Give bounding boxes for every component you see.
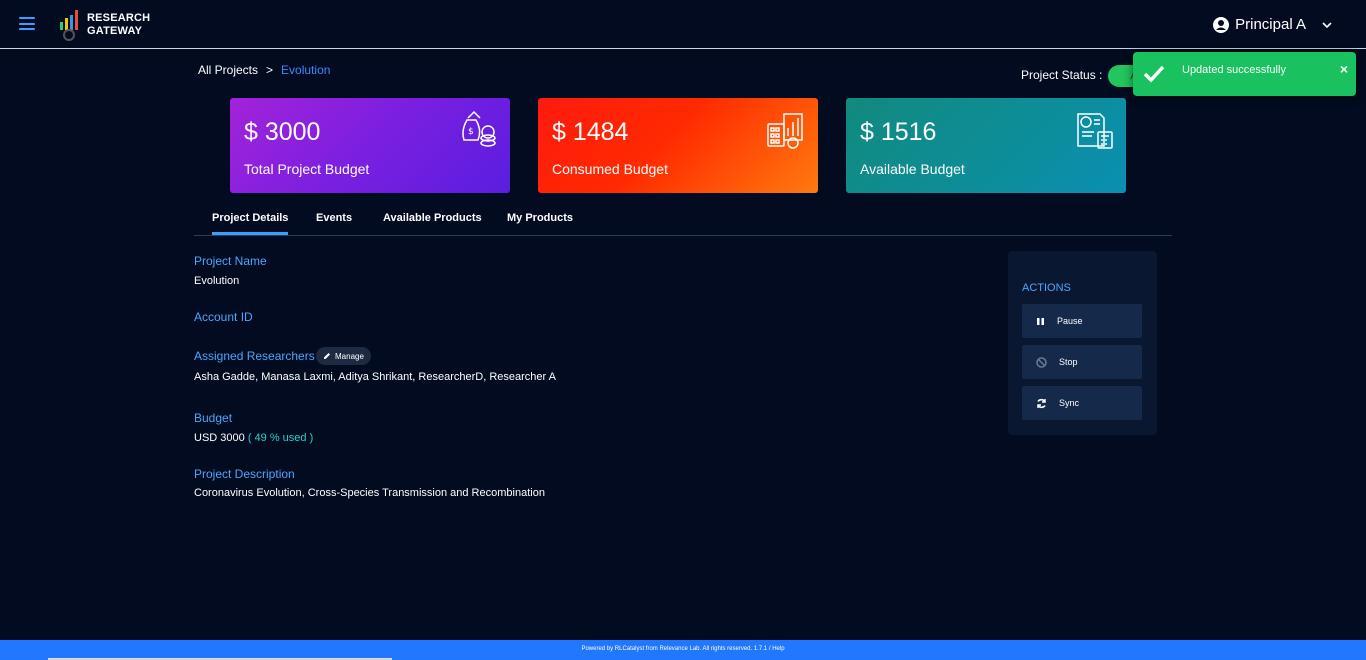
budget-value-row: USD 3000 ( 49 % used )	[194, 432, 313, 444]
available-budget-amount: $ 1516	[860, 118, 937, 146]
assigned-researchers-label: Assigned Researchers	[194, 349, 315, 363]
project-status-label: Project Status :	[1021, 68, 1103, 82]
consumed-budget-label: Consumed Budget	[552, 161, 668, 177]
svg-text:$: $	[468, 127, 474, 137]
tab-project-details[interactable]: Project Details	[212, 212, 289, 235]
money-bag-coins-icon: $	[462, 110, 496, 147]
breadcrumb-all-projects[interactable]: All Projects	[198, 63, 258, 77]
user-avatar-icon	[1213, 16, 1230, 33]
project-name-value: Evolution	[194, 275, 240, 287]
check-icon	[1143, 65, 1165, 83]
consumed-budget-amount: $ 1484	[552, 118, 629, 146]
project-name-label: Project Name	[194, 254, 267, 268]
success-toast: Updated successfully ×	[1133, 52, 1356, 96]
logo[interactable]: RESEARCH GATEWAY	[58, 8, 168, 42]
pencil-icon	[324, 353, 330, 359]
sync-icon	[1037, 398, 1046, 408]
pause-button[interactable]: Pause	[1022, 304, 1142, 338]
close-icon[interactable]: ×	[1340, 61, 1348, 77]
footer-text: Powered by RLCatalyst from Relevance Lab…	[581, 646, 785, 652]
logo-bars-icon	[60, 10, 78, 41]
budget-used-percent: ( 49 % used )	[247, 432, 314, 444]
breadcrumb-current[interactable]: Evolution	[281, 63, 330, 77]
toast-message: Updated successfully	[1182, 64, 1286, 76]
logo-text-line2: GATEWAY	[87, 25, 143, 37]
tab-events[interactable]: Events	[316, 212, 352, 224]
sync-label: Sync	[1059, 398, 1080, 408]
manage-label: Manage	[335, 351, 364, 361]
total-budget-label: Total Project Budget	[244, 161, 370, 177]
footer: Powered by RLCatalyst from Relevance Lab…	[0, 640, 1366, 660]
calculator-chart-icon	[767, 113, 803, 149]
manage-researchers-button[interactable]: Manage	[316, 347, 371, 365]
budget-value: USD 3000	[194, 432, 245, 444]
consumed-budget-card: $ 1484 Consumed Budget	[538, 98, 818, 193]
total-budget-card: $ 3000 Total Project Budget $	[230, 98, 510, 193]
available-budget-card: $ 1516 Available Budget	[846, 98, 1126, 193]
stop-label: Stop	[1059, 357, 1078, 367]
tab-available-products[interactable]: Available Products	[383, 212, 482, 224]
total-budget-amount: $ 3000	[244, 118, 321, 146]
top-bar: RESEARCH GATEWAY Principal A	[0, 0, 1366, 49]
assigned-researchers-value: Asha Gadde, Manasa Laxmi, Aditya Shrikan…	[194, 371, 556, 383]
chevron-down-icon[interactable]	[1322, 20, 1332, 30]
account-id-label: Account ID	[194, 310, 253, 324]
tab-my-products[interactable]: My Products	[507, 212, 573, 224]
project-description-label: Project Description	[194, 467, 295, 481]
project-description-value: Coronavirus Evolution, Cross-Species Tra…	[194, 487, 545, 499]
user-menu[interactable]: Principal A	[1213, 16, 1332, 33]
actions-panel: ACTIONS Pause Stop Sync	[1008, 251, 1157, 435]
actions-title: ACTIONS	[1022, 282, 1071, 294]
stop-icon	[1036, 356, 1047, 368]
sync-button[interactable]: Sync	[1022, 386, 1142, 420]
user-name: Principal A	[1235, 16, 1306, 33]
budget-label: Budget	[194, 411, 233, 425]
invoice-calculator-icon	[1077, 113, 1113, 149]
pause-icon	[1037, 317, 1044, 325]
breadcrumb-separator: >	[266, 63, 274, 77]
pause-label: Pause	[1057, 316, 1083, 326]
stop-button[interactable]: Stop	[1022, 345, 1142, 379]
breadcrumb: All Projects > Evolution	[198, 63, 330, 77]
tab-bar: Project Details Events Available Product…	[194, 204, 1172, 236]
logo-text-line1: RESEARCH	[87, 12, 151, 24]
hamburger-menu-icon[interactable]	[19, 17, 35, 30]
available-budget-label: Available Budget	[860, 161, 965, 177]
